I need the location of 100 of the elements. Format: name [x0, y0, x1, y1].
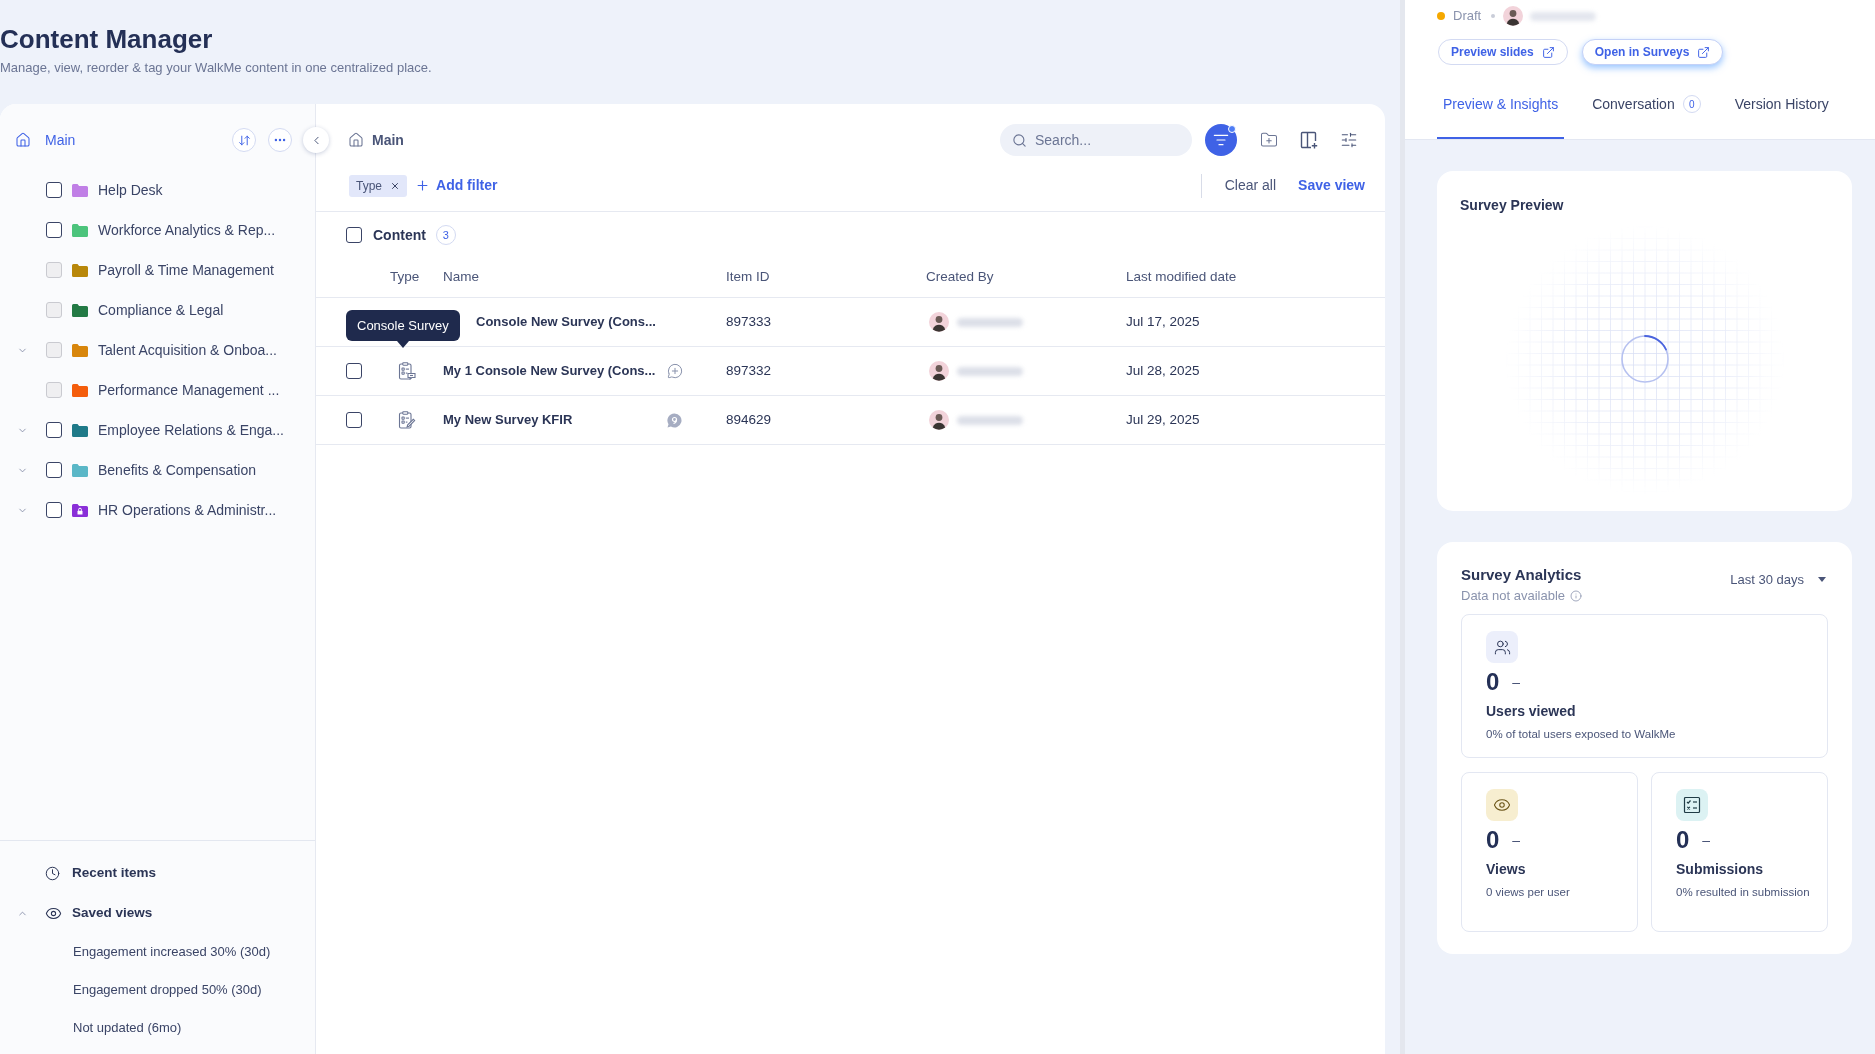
- checkbox[interactable]: [346, 227, 362, 243]
- blurred-name: [957, 366, 1023, 376]
- filter-chip-label: Type: [356, 177, 382, 195]
- checkbox[interactable]: [46, 182, 62, 198]
- card-title: Survey Analytics: [1461, 566, 1583, 584]
- date-range-dropdown[interactable]: Last 30 days: [1730, 570, 1826, 590]
- column-header[interactable]: Created By: [926, 267, 1126, 288]
- collapse-sidebar-button[interactable]: [303, 127, 329, 153]
- item-id: 897332: [726, 361, 773, 380]
- metric-value: 0: [1486, 825, 1500, 855]
- tooltip: Console Survey: [346, 310, 460, 348]
- external-link-button[interactable]: Open in Surveys: [1581, 39, 1724, 65]
- survey-name[interactable]: My New Survey KFIR: [443, 410, 663, 430]
- sliders-icon[interactable]: [1340, 131, 1358, 149]
- clear-all-button[interactable]: Clear all: [1224, 175, 1277, 196]
- column-header[interactable]: Item ID: [726, 267, 926, 288]
- item-id: 897333: [726, 312, 773, 331]
- blurred-name: [1530, 11, 1597, 21]
- metric-label: Users viewed: [1486, 703, 1577, 719]
- sort-icon: [237, 133, 251, 147]
- sidebar-root[interactable]: Main: [45, 129, 76, 151]
- eye-icon: [1486, 789, 1518, 821]
- modified-date: Jul 17, 2025: [1126, 312, 1201, 331]
- clipboard-pencil-icon: [398, 411, 416, 429]
- item-id: 894629: [726, 410, 773, 429]
- folder-plus-icon[interactable]: [1260, 131, 1278, 149]
- search-field[interactable]: Search...: [1000, 124, 1192, 156]
- save-view-button[interactable]: Save view: [1298, 175, 1365, 196]
- clock-icon: [45, 865, 60, 881]
- page-title: Content Manager: [0, 23, 213, 56]
- metric-label: Submissions: [1676, 861, 1765, 877]
- recent-items-link[interactable]: Recent items: [72, 862, 157, 884]
- saved-view-item[interactable]: Engagement increased 30% (30d): [73, 942, 271, 962]
- tab[interactable]: Conversation 0: [1586, 79, 1707, 139]
- avatar: [929, 410, 949, 430]
- search-icon: [1012, 132, 1027, 148]
- avatar: [929, 361, 949, 381]
- info-icon[interactable]: [1570, 590, 1583, 602]
- external-link-button[interactable]: Preview slides: [1438, 39, 1568, 65]
- metric-note: 0% of total users exposed to WalkMe: [1486, 727, 1677, 742]
- loading-spinner-icon: [1620, 335, 1669, 383]
- metric-value: 0: [1486, 667, 1500, 697]
- saved-view-item[interactable]: Engagement dropped 50% (30d): [73, 980, 262, 1000]
- status-label: Draft: [1453, 7, 1482, 26]
- external-link-icon: [1697, 45, 1711, 59]
- sort-button[interactable]: [232, 128, 256, 152]
- tab[interactable]: Preview & Insights: [1437, 79, 1565, 139]
- checkbox[interactable]: [46, 502, 62, 518]
- checkbox[interactable]: [346, 363, 362, 379]
- trend-dash: –: [1512, 830, 1521, 850]
- column-header[interactable]: Last modified date: [1126, 267, 1385, 288]
- metric-label: Views: [1486, 861, 1527, 877]
- folder-item[interactable]: Workforce Analytics & Rep...: [98, 219, 276, 241]
- card-subtitle: Data not available: [1461, 588, 1566, 604]
- home-icon: [348, 132, 364, 148]
- filter-button[interactable]: [1205, 124, 1237, 156]
- panel-plus-icon[interactable]: [1300, 131, 1318, 149]
- external-link-icon: [1541, 45, 1555, 59]
- folder-item[interactable]: HR Operations & Administr...: [98, 499, 277, 521]
- content-label: Content: [373, 225, 426, 245]
- add-filter-button[interactable]: Add filter: [415, 175, 498, 196]
- more-button[interactable]: [268, 128, 292, 152]
- column-header[interactable]: Type: [389, 267, 443, 288]
- close-icon[interactable]: [390, 180, 400, 191]
- avatar: [929, 312, 949, 332]
- folder-item[interactable]: Benefits & Compensation: [98, 459, 256, 481]
- folder-item[interactable]: Employee Relations & Enga...: [98, 419, 284, 441]
- plus-icon: [415, 178, 430, 193]
- trend-dash: –: [1512, 672, 1521, 692]
- trend-dash: –: [1702, 830, 1711, 850]
- column-header[interactable]: Name: [443, 267, 663, 288]
- modified-date: Jul 28, 2025: [1126, 361, 1201, 380]
- saved-view-item[interactable]: Not updated (6mo): [73, 1018, 182, 1038]
- breadcrumb[interactable]: Main: [372, 129, 404, 151]
- page-subtitle: Manage, view, reorder & tag your WalkMe content in one centralized place.: [0, 60, 432, 76]
- users-icon: [1486, 631, 1518, 663]
- metric-value: 0: [1676, 825, 1690, 855]
- avatar: [1503, 6, 1524, 26]
- caret-icon: [1818, 577, 1826, 583]
- checklist-icon: [1676, 789, 1708, 821]
- checkbox[interactable]: [346, 412, 362, 428]
- chat-bubble-icon[interactable]: [667, 412, 682, 428]
- chat-plus-icon[interactable]: [667, 363, 683, 379]
- filter-icon: [1213, 132, 1229, 148]
- survey-name[interactable]: My 1 Console New Survey (Cons...: [443, 361, 663, 381]
- tab[interactable]: Version History: [1728, 79, 1835, 139]
- blurred-name: [957, 317, 1023, 327]
- modified-date: Jul 29, 2025: [1126, 410, 1201, 429]
- checkbox[interactable]: [46, 462, 62, 478]
- home-icon: [15, 132, 31, 148]
- checkbox[interactable]: [46, 222, 62, 238]
- card-title: Survey Preview: [1460, 197, 1565, 213]
- saved-views-header[interactable]: Saved views: [72, 902, 153, 924]
- metric-note: 0 views per user: [1486, 885, 1571, 900]
- filter-chip[interactable]: Type: [349, 174, 407, 197]
- folder-item[interactable]: Help Desk: [98, 179, 163, 201]
- clipboard-chat-icon: [398, 362, 416, 380]
- metric-note: 0% resulted in submission: [1676, 885, 1811, 900]
- checkbox[interactable]: [46, 422, 62, 438]
- blurred-name: [957, 415, 1023, 425]
